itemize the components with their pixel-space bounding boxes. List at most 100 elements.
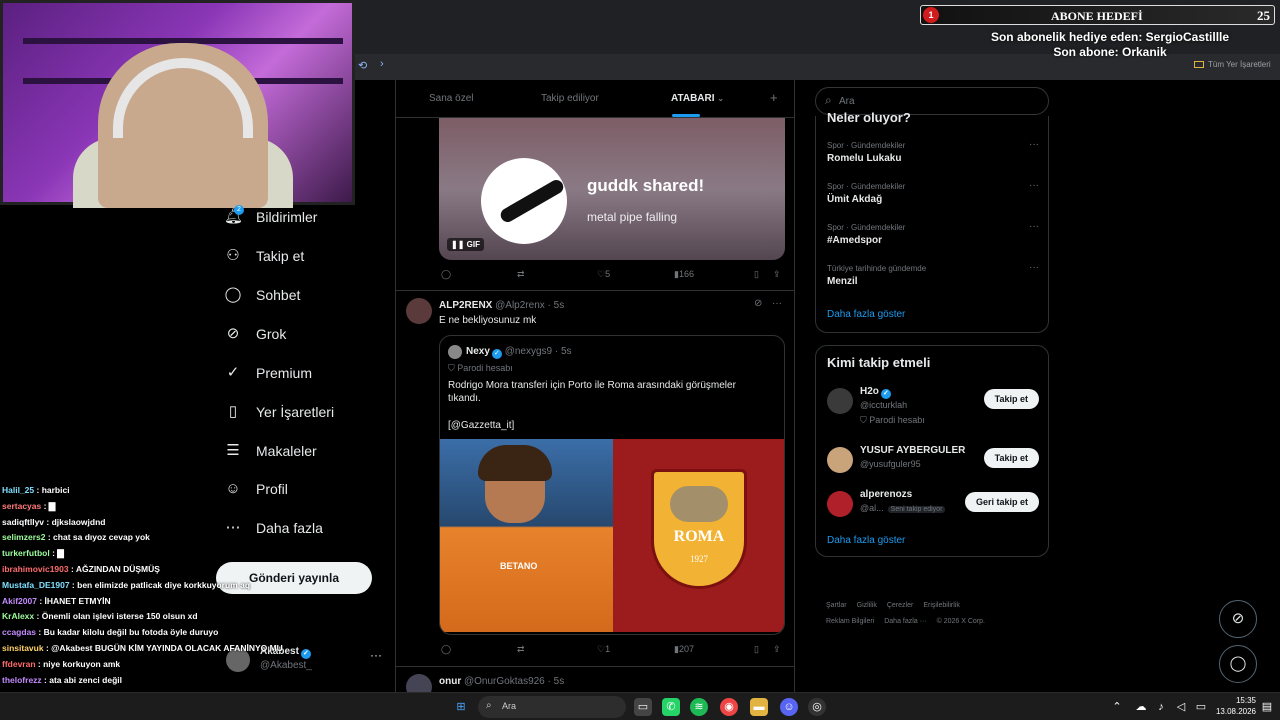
post-author: ALP2RENX (439, 300, 493, 311)
chat-message: thelofrezz : ata abi zenci değil (2, 674, 122, 685)
stream-chat: Halil_25 : harbici sertacyas : ▇ sadiqftll… (2, 483, 302, 720)
chat-username[interactable]: turkerfutbol (2, 548, 50, 558)
follow-button[interactable]: Takip et (983, 448, 1039, 468)
bookmark-icon[interactable]: ▯ (754, 644, 759, 655)
trend-item[interactable]: Spor · Gündemdekiler #Amedspor ··· (827, 221, 1039, 246)
quoted-post[interactable]: Nexy ✓ @nexygs9 · 5s ⛉ Parodi hesabı Rodr… (439, 335, 785, 635)
nav-grok[interactable]: ⊘ Grok (224, 323, 287, 345)
more-icon[interactable]: ··· (1029, 180, 1039, 191)
chat-username[interactable]: thelofrezz (2, 675, 42, 685)
player-photo[interactable]: BETANO (440, 439, 613, 632)
gif-pause-button[interactable]: ❚❚ GIF (447, 238, 484, 251)
footer-links: Şartlar Gizlilik Çerezler Erişilebilirlik R… (826, 602, 985, 625)
chat-username[interactable]: ibrahimovic1903 (2, 564, 69, 574)
add-tab-icon[interactable]: + (770, 90, 778, 105)
more-icon[interactable]: ··· (1029, 262, 1039, 273)
nav-follow[interactable]: ⚇ Takip et (224, 245, 304, 267)
chat-username[interactable]: sinsitavuk (2, 643, 44, 653)
whatsapp-icon[interactable]: ✆ (662, 698, 680, 716)
like-button[interactable]: ♡ 5 (597, 269, 610, 280)
volume-icon[interactable]: ◁ (1172, 698, 1190, 716)
who-title: Kimi takip etmeli (827, 355, 931, 370)
trend-item[interactable]: Spor · Gündemdekiler Ümit Akdağ ··· (827, 180, 1039, 205)
repost-icon[interactable]: ⇄ (517, 269, 525, 280)
trend-item[interactable]: Spor · Gündemdekiler Romelu Lukaku ··· (827, 139, 1039, 164)
webcam-overlay (0, 0, 355, 208)
chat-username[interactable]: ffdevran (2, 659, 36, 669)
chat-username[interactable]: selimzers2 (2, 532, 45, 542)
chat-username[interactable]: ccagdas (2, 627, 36, 637)
post-handle: @OnurGoktas926 · 5s (464, 676, 565, 687)
extension-icon[interactable]: ⟲ (358, 59, 367, 72)
network-icon[interactable]: ☁ (1132, 698, 1150, 716)
taskbar-clock[interactable]: 15:35 13.08.2026 (1212, 695, 1256, 717)
taskbar-search[interactable]: ⌕ Ara (478, 696, 626, 718)
grok-icon[interactable]: ⊘ (1219, 600, 1257, 638)
reply-icon[interactable]: ◯ (441, 644, 451, 655)
chat-message: sadiqftllyv : djkslaowjdnd (2, 516, 106, 527)
repost-icon[interactable]: ⇄ (517, 644, 525, 655)
battery-icon[interactable]: ▭ (1192, 698, 1210, 716)
show-more-trends[interactable]: Daha fazla göster (827, 309, 905, 320)
wolf-icon (670, 486, 728, 522)
post-handle: @Alp2renx · 5s (495, 300, 565, 311)
tray-chevron-icon[interactable]: ⌃ (1108, 698, 1126, 716)
views-button[interactable]: ▮ 207 (674, 644, 694, 655)
chat-message: sinsitavuk : @Akabest BUGÜN KİM YAYINDA … (2, 642, 283, 653)
like-button[interactable]: ♡ 1 (597, 644, 610, 655)
messages-icon[interactable]: ◯ (1219, 645, 1257, 683)
tab-for-you[interactable]: Sana özel (429, 93, 473, 104)
chat-text: chat sa dıyoz cevap yok (53, 532, 150, 543)
chat-text: Bu kadar kilolu değil bu fotoda öyle dur… (43, 627, 219, 638)
file-explorer-icon[interactable]: ▬ (750, 698, 768, 716)
tab-atabari[interactable]: ATABARI ⌄ (671, 93, 724, 104)
chat-username[interactable]: Mustafa_DE1907 (2, 580, 70, 590)
all-bookmarks-link[interactable]: Tüm Yer İşaretleri (1194, 60, 1271, 69)
nav-premium[interactable]: ✓ Premium (224, 362, 312, 384)
share-icon[interactable]: ⇪ (773, 644, 781, 655)
more-icon[interactable]: ··· (1029, 221, 1039, 232)
roma-photo[interactable]: ROMA 1927 (613, 439, 784, 632)
windows-start-icon[interactable]: ⊞ (452, 698, 470, 716)
microphone-icon[interactable]: ♪ (1152, 698, 1170, 716)
chat-username[interactable]: KrAlexx (2, 611, 34, 621)
timeline: Sana özel Takip ediliyor ATABARI ⌄ + gud… (395, 80, 795, 720)
timeline-tabs: Sana özel Takip ediliyor ATABARI ⌄ + (396, 80, 794, 118)
chat-username[interactable]: Akif2007 (2, 596, 37, 606)
suggestion-yusuf[interactable]: YUSUF AYBERGULER @yusufguler95 Takip et (827, 445, 1039, 485)
nav-bookmarks[interactable]: ▯ Yer İşaretleri (224, 401, 334, 423)
notification-icon[interactable]: ▤ (1258, 698, 1276, 716)
nav-chat[interactable]: ◯ Sohbet (224, 284, 301, 306)
trend-item[interactable]: Türkiye tarihinde gündemde Menzil ··· (827, 262, 1039, 287)
quote-author: Nexy (466, 346, 490, 357)
discord-icon[interactable]: ☺ (780, 698, 798, 716)
chat-username[interactable]: sadiqftllyv (2, 517, 44, 527)
suggestion-h2o[interactable]: H2o ✓ @iccturklah ⛉ Parodi hesabı Takip e… (827, 386, 1039, 426)
nav-articles[interactable]: ☰ Makaleler (224, 440, 316, 462)
suggestion-alperenozs[interactable]: alperenozs @al... Seni takip ediyor Geri … (827, 489, 1039, 529)
follow-button[interactable]: Takip et (983, 389, 1039, 409)
spotify-icon[interactable]: ≋ (690, 698, 708, 716)
share-icon[interactable]: ⇪ (773, 269, 781, 280)
follow-back-button[interactable]: Geri takip et (964, 492, 1039, 512)
forward-icon[interactable]: › (380, 58, 384, 70)
more-icon[interactable]: ··· (370, 648, 382, 662)
more-icon[interactable]: ··· (1029, 139, 1039, 150)
chrome-icon[interactable]: ◉ (720, 698, 738, 716)
views-button[interactable]: ▮ 166 (674, 269, 694, 280)
gif-media[interactable]: guddk shared! metal pipe falling ❚❚ GIF (439, 118, 785, 260)
task-view-icon[interactable]: ▭ (634, 698, 652, 716)
tab-following[interactable]: Takip ediliyor (541, 93, 599, 104)
bookmark-icon[interactable]: ▯ (754, 269, 759, 280)
obs-icon[interactable]: ◎ (808, 698, 826, 716)
last-gift-sub: Son abonelik hediye eden: SergioCastilll… (990, 30, 1230, 44)
chat-icon: ◯ (224, 286, 242, 303)
reply-icon[interactable]: ◯ (441, 269, 451, 280)
post-actions: ◯ ⇄ ♡ 1 ▮ 207 ▯ ⇪ (439, 644, 785, 660)
more-icon[interactable]: ··· (772, 298, 782, 309)
chat-username[interactable]: sertacyas (2, 501, 41, 511)
show-more-suggestions[interactable]: Daha fazla göster (827, 535, 905, 546)
verified-icon: ✓ (300, 649, 311, 659)
grok-icon[interactable]: ⊘ (754, 298, 762, 309)
chat-username[interactable]: Halil_25 (2, 485, 34, 495)
